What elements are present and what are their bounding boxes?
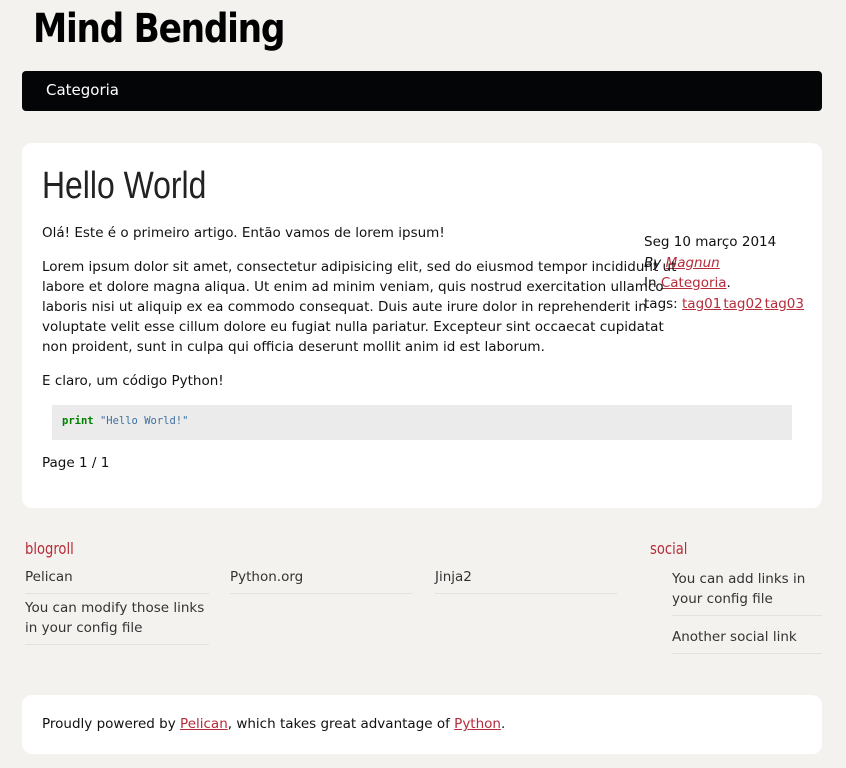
blogroll-link-python[interactable]: Python.org <box>230 567 412 594</box>
social-link-another[interactable]: Another social link <box>672 627 822 654</box>
footer-prefix: Proudly powered by <box>42 716 176 732</box>
article-body: Lorem ipsum dolor sit amet, consectetur … <box>42 259 677 355</box>
code-block: print "Hello World!" <box>52 405 792 440</box>
tag-link[interactable]: tag02 <box>723 296 762 312</box>
pagination: Page 1 / 1 <box>42 455 110 471</box>
navbar: Categoria <box>22 71 822 111</box>
blogroll-link-jinja2[interactable]: Jinja2 <box>435 567 617 594</box>
code-keyword: print <box>62 415 94 427</box>
article-date: Seg 10 março 2014 <box>644 234 777 250</box>
article-panel: Hello World Seg 10 março 2014 By Magnun … <box>22 143 822 508</box>
social-heading: social <box>650 539 688 558</box>
article-intro: Olá! Este é o primeiro artigo. Então vam… <box>42 225 445 241</box>
site-title[interactable]: Mind Bending <box>33 6 286 52</box>
footer-text: Proudly powered by Pelican, which takes … <box>42 716 505 732</box>
tag-link[interactable]: tag03 <box>765 296 804 312</box>
article-title[interactable]: Hello World <box>42 165 206 208</box>
nav-item-categoria[interactable]: Categoria <box>46 81 119 99</box>
footer-middle: , which takes great advantage of <box>227 716 450 732</box>
blogroll-link-config[interactable]: You can modify those links in your confi… <box>25 598 209 645</box>
footer-suffix: . <box>500 716 506 732</box>
python-link[interactable]: Python <box>454 716 501 732</box>
code-string: "Hello World!" <box>99 415 189 427</box>
social-link-config[interactable]: You can add links in your config file <box>672 569 822 616</box>
footer: Proudly powered by Pelican, which takes … <box>22 695 822 754</box>
blogroll-link-pelican[interactable]: Pelican <box>25 567 209 594</box>
pelican-link[interactable]: Pelican <box>180 716 228 732</box>
blogroll-heading: blogroll <box>25 539 74 558</box>
category-suffix: . <box>726 275 731 291</box>
tag-link[interactable]: tag01 <box>682 296 721 312</box>
code-intro: E claro, um código Python! <box>42 373 224 389</box>
